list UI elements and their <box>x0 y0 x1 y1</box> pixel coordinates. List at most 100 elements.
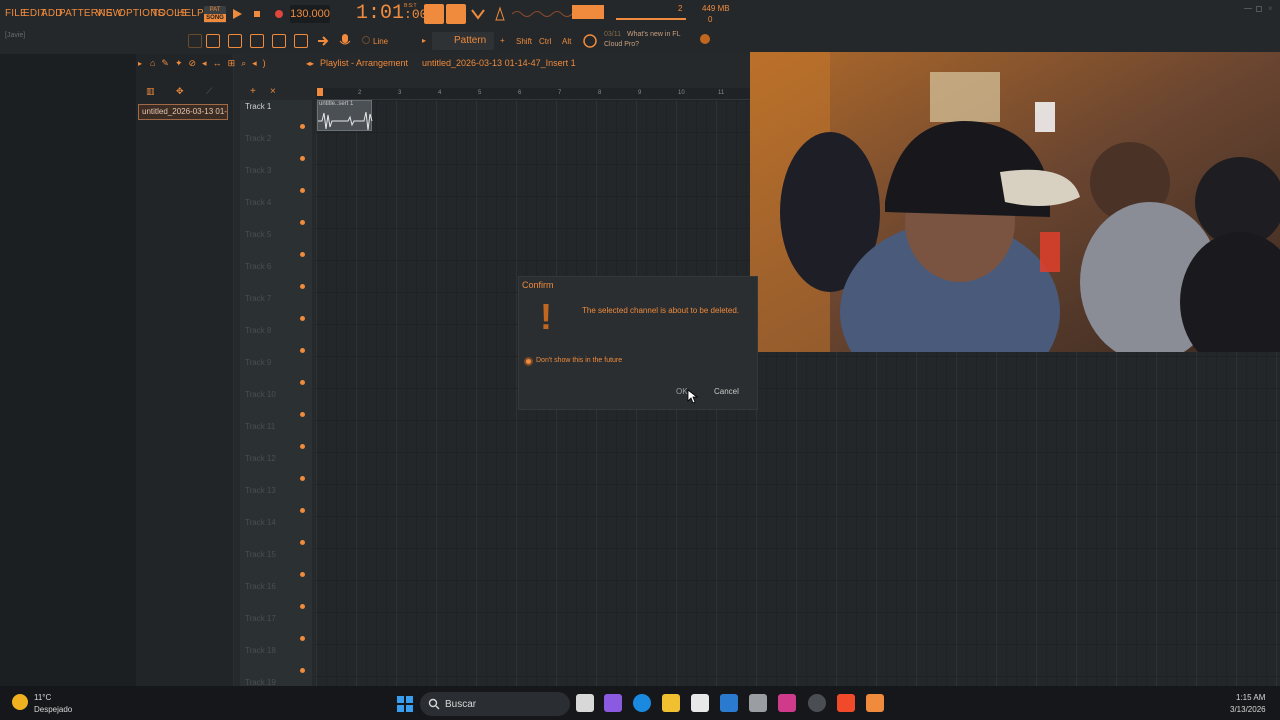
track-label[interactable]: Track 3 <box>245 166 271 175</box>
track-mute-led[interactable] <box>300 348 305 353</box>
track-label[interactable]: Track 4 <box>245 198 271 207</box>
track-label[interactable]: Track 8 <box>245 326 271 335</box>
piano-roll-icon[interactable] <box>228 34 242 48</box>
track-mute-led[interactable] <box>300 316 305 321</box>
track-label[interactable]: Track 1 <box>245 102 271 111</box>
browser-icon[interactable] <box>188 34 202 48</box>
track-mute-led[interactable] <box>300 284 305 289</box>
minimize-icon[interactable] <box>1244 8 1252 9</box>
wait-icon[interactable] <box>470 6 486 22</box>
track-label[interactable]: Track 11 <box>245 422 275 431</box>
online-icon[interactable] <box>698 32 712 46</box>
copilot-icon[interactable] <box>604 694 622 712</box>
track-label[interactable]: Track 9 <box>245 358 271 367</box>
fl-studio-icon[interactable] <box>866 694 884 712</box>
dont-show-checkbox[interactable] <box>524 357 533 366</box>
ctrl-key-label[interactable]: Ctrl <box>539 37 551 46</box>
playhead-marker[interactable] <box>317 88 323 96</box>
track-mute-led[interactable] <box>300 444 305 449</box>
plugin-icon[interactable] <box>294 34 308 48</box>
weather-condition[interactable]: Despejado <box>34 705 72 714</box>
shift-key-label[interactable]: Shift <box>516 37 532 46</box>
picker-pattern-icon[interactable]: ▥ <box>146 86 155 97</box>
playlist-tools-icon[interactable]: ⌂✎✦⊘◂↔⊞⌕◂) <box>150 58 300 69</box>
track-mute-led[interactable] <box>300 252 305 257</box>
play-icon[interactable] <box>230 7 244 21</box>
track-mute-led[interactable] <box>300 220 305 225</box>
taskbar-clock-date[interactable]: 3/13/2026 <box>1230 705 1266 714</box>
add-track-icon[interactable]: + <box>250 86 256 97</box>
countdown-btn[interactable] <box>446 4 466 24</box>
instagram-icon[interactable] <box>778 694 796 712</box>
weather-temp[interactable]: 11°C <box>34 693 51 702</box>
track-label[interactable]: Track 5 <box>245 230 271 239</box>
picker-audio-icon[interactable]: ✥ <box>176 86 184 97</box>
playlist-play-arrow-icon[interactable]: ▸ <box>138 59 142 68</box>
track-mute-led[interactable] <box>300 540 305 545</box>
track-label[interactable]: Track 2 <box>245 134 271 143</box>
edge-icon[interactable] <box>633 694 651 712</box>
track-label[interactable]: Track 7 <box>245 294 271 303</box>
track-mute-led[interactable] <box>300 188 305 193</box>
track-label[interactable]: Track 10 <box>245 390 276 399</box>
mixer-icon[interactable] <box>272 34 286 48</box>
taskbar-clock-time[interactable]: 1:15 AM <box>1236 693 1265 702</box>
maximize-icon[interactable] <box>1256 6 1262 12</box>
app-icon[interactable] <box>808 694 826 712</box>
track-mute-led[interactable] <box>300 508 305 513</box>
track-mute-led[interactable] <box>300 476 305 481</box>
tempo-display[interactable]: 130.000 <box>290 5 330 23</box>
track-label[interactable]: Track 17 <box>245 614 276 623</box>
track-mute-led[interactable] <box>300 412 305 417</box>
record-icon[interactable] <box>272 7 286 21</box>
pat-song-toggle[interactable]: PAT SONG <box>204 6 226 23</box>
playlist-options-arrow-icon[interactable]: ◂▸ <box>306 59 314 68</box>
windows-start-icon[interactable] <box>396 695 414 713</box>
master-volume-slider[interactable] <box>616 18 686 20</box>
track-label[interactable]: Track 18 <box>245 646 276 655</box>
pattern-select[interactable]: Pattern 1 <box>432 32 494 64</box>
track-label[interactable]: Track 14 <box>245 518 276 527</box>
pattern-add-icon[interactable]: + <box>500 36 505 45</box>
microphone-icon[interactable] <box>338 33 352 49</box>
track-mute-led[interactable] <box>300 636 305 641</box>
settings-gear-icon[interactable] <box>749 694 767 712</box>
news-icon[interactable] <box>582 33 598 49</box>
pattern-nav-arrow-icon[interactable]: ▸ <box>422 36 426 45</box>
track-mute-led[interactable] <box>300 124 305 129</box>
file-explorer-icon[interactable] <box>662 694 680 712</box>
remove-track-icon[interactable]: × <box>270 86 276 97</box>
weather-moon-icon[interactable] <box>12 694 28 710</box>
dont-show-label[interactable]: Don't show this in the future <box>536 357 622 364</box>
outlook-icon[interactable] <box>720 694 738 712</box>
taskbar-search-box[interactable] <box>420 692 570 716</box>
alt-key-label[interactable]: Alt <box>562 37 571 46</box>
news-headline-1[interactable]: What's new in FL <box>627 31 680 38</box>
track-label[interactable]: Track 16 <box>245 582 276 591</box>
track-label[interactable]: Track 13 <box>245 486 276 495</box>
brave-icon[interactable] <box>837 694 855 712</box>
selected-clip-item[interactable]: untitled_2026-03-13 01-... <box>138 104 228 120</box>
track-mute-led[interactable] <box>300 156 305 161</box>
track-mute-led[interactable] <box>300 380 305 385</box>
task-view-icon[interactable] <box>576 694 594 712</box>
cancel-button[interactable]: Cancel <box>714 387 750 401</box>
playlist-icon[interactable] <box>206 34 220 48</box>
stop-icon[interactable] <box>250 7 264 21</box>
track-label[interactable]: Track 6 <box>245 262 271 271</box>
store-icon[interactable] <box>691 694 709 712</box>
track-label[interactable]: Track 15 <box>245 550 276 559</box>
track-mute-led[interactable] <box>300 668 305 673</box>
picker-automation-icon[interactable]: ⟋ <box>206 86 212 97</box>
track-mute-led[interactable] <box>300 572 305 577</box>
arrow-right-icon[interactable] <box>316 34 330 48</box>
track-mute-led[interactable] <box>300 604 305 609</box>
metronome-icon[interactable] <box>492 6 508 22</box>
pattern-song-btn[interactable] <box>424 4 444 24</box>
news-headline-2[interactable]: Cloud Pro? <box>604 41 639 48</box>
snap-select[interactable]: Line <box>373 37 388 46</box>
channel-rack-icon[interactable] <box>250 34 264 48</box>
close-icon[interactable]: × <box>1268 4 1273 13</box>
menu-help[interactable]: HELP <box>177 8 204 19</box>
timeline-ruler[interactable]: 2 3 4 5 6 7 8 9 10 11 <box>316 88 750 100</box>
